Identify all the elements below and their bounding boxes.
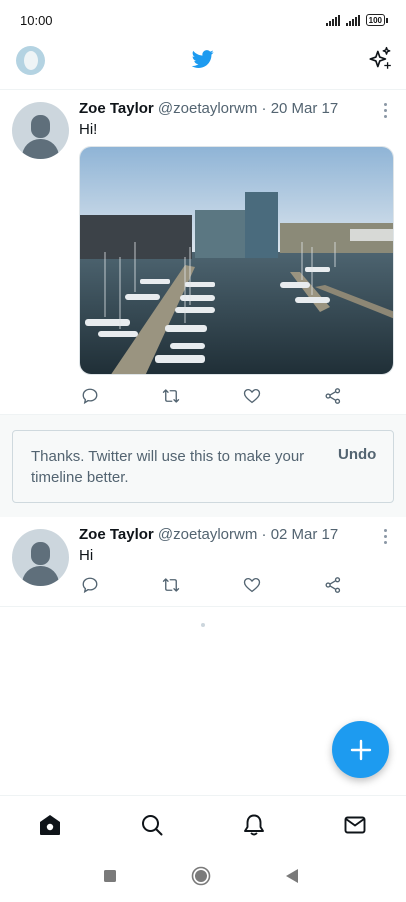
home-button-icon[interactable] <box>191 866 211 886</box>
status-icons: 100 <box>325 14 388 26</box>
like-icon[interactable] <box>241 574 263 596</box>
tweet-date: 20 Mar 17 <box>270 100 339 117</box>
tweet[interactable]: Zoe Taylor @zoetaylorwm · 20 Mar 17 Hi! <box>0 90 406 415</box>
signal-icon-2 <box>345 14 360 26</box>
system-navigation-bar <box>0 852 406 902</box>
avatar[interactable] <box>12 529 69 586</box>
profile-avatar-button[interactable] <box>16 46 45 75</box>
back-icon[interactable] <box>285 868 299 884</box>
status-bar: 10:00 100 <box>0 0 406 40</box>
feedback-notice: Thanks. Twitter will use this to make yo… <box>12 430 394 503</box>
bottom-navigation <box>0 795 406 852</box>
more-options-icon[interactable] <box>382 529 388 544</box>
author-handle: @zoetaylorwm <box>157 526 258 543</box>
status-time: 10:00 <box>20 12 53 28</box>
tweet-actions <box>79 574 379 596</box>
author-name: Zoe Taylor <box>79 100 154 117</box>
tweet-text: Hi! <box>79 121 98 138</box>
top-app-bar <box>0 40 406 90</box>
sparkle-icon[interactable] <box>367 46 393 72</box>
separator: · <box>261 526 267 543</box>
like-icon[interactable] <box>241 385 263 407</box>
share-icon[interactable] <box>322 574 344 596</box>
notifications-icon[interactable] <box>241 812 267 838</box>
feedback-message: Thanks. Twitter will use this to make yo… <box>31 448 305 486</box>
battery-icon: 100 <box>365 14 388 26</box>
tweet-media-image[interactable] <box>79 146 394 375</box>
tweet-text: Hi <box>79 547 94 564</box>
tweet-date: 02 Mar 17 <box>270 526 339 543</box>
loading-indicator <box>201 623 205 627</box>
reply-icon[interactable] <box>79 385 101 407</box>
separator: · <box>261 100 267 117</box>
avatar[interactable] <box>12 102 69 159</box>
plus-icon <box>350 739 371 760</box>
compose-tweet-button[interactable] <box>332 721 389 778</box>
tweet[interactable]: Zoe Taylor @zoetaylorwm · 02 Mar 17 Hi <box>0 517 406 607</box>
recent-apps-icon[interactable] <box>103 869 117 883</box>
retweet-icon[interactable] <box>160 385 182 407</box>
reply-icon[interactable] <box>79 574 101 596</box>
twitter-bird-icon <box>191 50 214 68</box>
messages-icon[interactable] <box>342 812 368 838</box>
undo-button[interactable]: Undo <box>338 446 376 463</box>
tweet-header: Zoe Taylor @zoetaylorwm · 02 Mar 17 <box>79 526 338 543</box>
tweet-header: Zoe Taylor @zoetaylorwm · 20 Mar 17 <box>79 100 338 117</box>
home-icon[interactable] <box>37 812 63 838</box>
share-icon[interactable] <box>322 385 344 407</box>
search-icon[interactable] <box>139 812 165 838</box>
author-handle: @zoetaylorwm <box>157 100 258 117</box>
retweet-icon[interactable] <box>160 574 182 596</box>
battery-level: 100 <box>365 14 385 26</box>
author-name: Zoe Taylor <box>79 526 154 543</box>
tweet-actions <box>79 385 379 407</box>
more-options-icon[interactable] <box>382 103 388 118</box>
signal-icon <box>325 14 340 26</box>
